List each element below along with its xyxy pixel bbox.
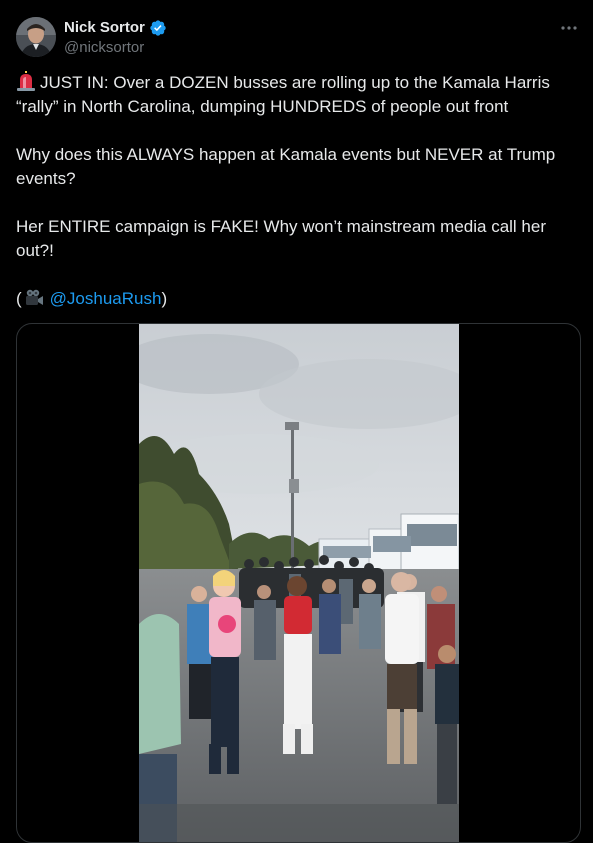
verified-badge-icon (149, 19, 167, 37)
credit-open-paren: ( (16, 289, 22, 308)
tweet-paragraph-2: Why does this ALWAYS happen at Kamala ev… (16, 145, 556, 188)
mention-link[interactable]: @JoshuaRush (50, 289, 162, 308)
tweet-text: JUST IN: Over a DOZEN busses are rolling… (16, 71, 576, 311)
media-container (16, 323, 581, 843)
author-name-row: Nick Sortor (64, 18, 167, 37)
tweet-paragraph-1: JUST IN: Over a DOZEN busses are rolling… (16, 71, 576, 119)
tweet-paragraph-credit: ( @JoshuaRush) (16, 287, 576, 311)
author-handle[interactable]: @nicksortor (64, 39, 144, 57)
tweet-paragraph-3: Her ENTIRE campaign is FAKE! Why won’t m… (16, 217, 547, 260)
author-display-name[interactable]: Nick Sortor (64, 18, 145, 37)
tweet: Nick Sortor @nicksortor JUST IN: Over a … (0, 0, 593, 843)
more-options-icon[interactable] (557, 18, 581, 38)
tweet-paragraph-1-text: JUST IN: Over a DOZEN busses are rolling… (16, 73, 550, 116)
movie-camera-emoji-icon (24, 289, 44, 307)
credit-close-paren: ) (161, 289, 168, 308)
police-siren-emoji-icon (16, 71, 36, 91)
avatar[interactable] (16, 17, 56, 57)
video-thumbnail[interactable] (139, 324, 459, 842)
